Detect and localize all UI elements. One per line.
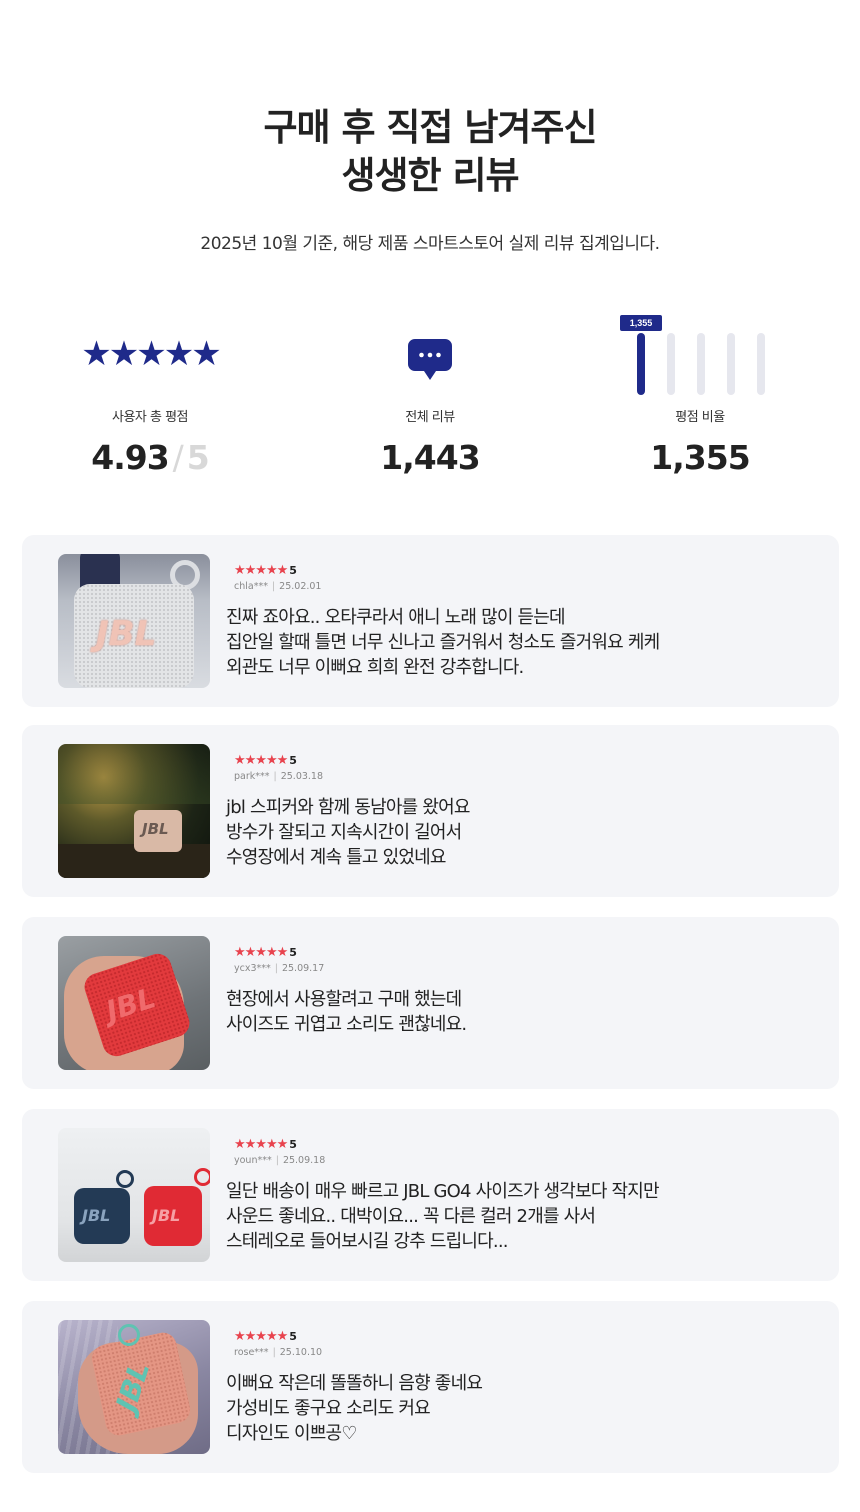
photo-logo: JBL: [152, 1206, 181, 1225]
review-line: 현장에서 사용할려고 구매 했는데: [226, 989, 462, 1010]
review-card[interactable]: JBL ★★★★★ 5 chla*** | 25.02.01 진짜 죠아요.. 오타쿠…: [22, 535, 839, 707]
review-photo[interactable]: JBL: [58, 936, 210, 1070]
review-stars: ★★★★★: [234, 562, 288, 577]
stat-ratio-value: 1,355: [650, 438, 750, 477]
review-score: 5: [289, 1138, 297, 1151]
page-subtitle: 2025년 10월 기준, 해당 제품 스마트스토어 실제 리뷰 집계입니다.: [200, 234, 660, 254]
review-line: 일단 배송이 매우 빠르고 JBL GO4 사이즈가 생각보다 작지만: [226, 1181, 660, 1202]
bar-1: [757, 333, 765, 395]
review-user: youn***: [234, 1155, 272, 1166]
review-card[interactable]: JBL JBL ★★★★★ 5 youn*** | 25.09.18 일단 배송이 매…: [22, 1109, 839, 1281]
review-date: 25.09.18: [282, 1155, 326, 1166]
review-stars: ★★★★★: [234, 1136, 288, 1151]
stat-rating-label: 사용자 총 평점: [111, 410, 189, 425]
bar-chart-icon: 1,355: [620, 315, 780, 395]
review-line: 사이즈도 귀엽고 소리도 괜찮네요.: [226, 1014, 467, 1035]
review-date: 25.03.18: [280, 771, 324, 782]
stat-ratio: 1,355 평점 비율 1,355: [570, 310, 830, 490]
stat-reviews-value: 1,443: [380, 438, 480, 477]
photo-logo: JBL: [96, 614, 157, 654]
review-line: 진짜 죠아요.. 오타쿠라서 애니 노래 많이 듣는데: [226, 607, 566, 628]
review-user: ycx3***: [234, 963, 271, 974]
review-line: 외관도 너무 이뻐요 희희 완전 강추합니다.: [226, 657, 524, 678]
meta-separator: |: [275, 1155, 279, 1166]
review-meta: ★★★★★ 5 chla*** | 25.02.01: [234, 561, 322, 593]
review-user: rose***: [234, 1347, 269, 1358]
bar-tag: 1,355: [620, 315, 662, 331]
review-card[interactable]: JBL ★★★★★ 5 ycx3*** | 25.09.17 현장에서 사용할려고 구…: [22, 917, 839, 1089]
review-text: 일단 배송이 매우 빠르고 JBL GO4 사이즈가 생각보다 작지만 사운드 …: [226, 1179, 786, 1254]
review-line: 수영장에서 계속 틀고 있었네요: [226, 847, 446, 868]
stat-rating: ★★★★★ 사용자 총 평점 4.93/5: [20, 310, 280, 490]
stat-reviews-label: 전체 리뷰: [405, 410, 455, 425]
review-meta: ★★★★★ 5 ycx3*** | 25.09.17: [234, 943, 325, 975]
review-stars: ★★★★★: [234, 752, 288, 767]
stat-rating-value: 4.93/5: [20, 438, 280, 477]
review-date: 25.02.01: [279, 581, 322, 592]
review-line: jbl 스피커와 함께 동남아를 왔어요: [226, 797, 470, 818]
meta-separator: |: [273, 771, 277, 782]
review-stars: ★★★★★: [234, 944, 288, 959]
review-card[interactable]: JBL ★★★★★ 5 park*** | 25.03.18 jbl 스피커와 함께 …: [22, 725, 839, 897]
review-score: 5: [289, 1330, 297, 1343]
review-line: 집안일 할때 틀면 너무 신나고 즐거워서 청소도 즐거워요 케케: [226, 632, 660, 653]
review-meta: ★★★★★ 5 park*** | 25.03.18: [234, 751, 324, 783]
stat-ratio-label: 평점 비율: [675, 410, 725, 425]
review-user: park***: [234, 771, 270, 782]
review-text: 현장에서 사용할려고 구매 했는데 사이즈도 귀엽고 소리도 괜찮네요.: [226, 987, 786, 1037]
page-title: 구매 후 직접 남겨주신 생생한 리뷰: [0, 104, 860, 200]
review-stars: ★★★★★: [234, 1328, 288, 1343]
review-line: 스테레오로 들어보시길 강추 드립니다...: [226, 1231, 509, 1252]
review-photo[interactable]: JBL: [58, 554, 210, 688]
stat-reviews: 전체 리뷰 1,443: [300, 310, 560, 490]
bar-2: [727, 333, 735, 395]
bar-3: [697, 333, 705, 395]
photo-logo: JBL: [142, 820, 169, 838]
review-score: 5: [289, 946, 297, 959]
review-date: 25.09.17: [281, 963, 325, 974]
review-user: chla***: [234, 581, 268, 592]
title-line-2: 생생한 리뷰: [341, 154, 519, 197]
meta-separator: |: [272, 1347, 276, 1358]
review-text: jbl 스피커와 함께 동남아를 왔어요 방수가 잘되고 지속시간이 길어서 수…: [226, 795, 786, 870]
review-date: 25.10.10: [279, 1347, 323, 1358]
review-score: 5: [289, 564, 297, 577]
review-text: 이뻐요 작은데 똘똘하니 음향 좋네요 가성비도 좋구요 소리도 커요 디자인도…: [226, 1371, 786, 1446]
review-photo[interactable]: JBL: [58, 1320, 210, 1454]
chat-bubble-icon: [408, 339, 452, 380]
review-text: 진짜 죠아요.. 오타쿠라서 애니 노래 많이 듣는데 집안일 할때 틀면 너무…: [226, 605, 786, 680]
title-line-1: 구매 후 직접 남겨주신: [263, 106, 597, 149]
rating-slash: /: [172, 438, 184, 477]
review-line: 사운드 좋네요.. 대박이요... 꼭 다른 컬러 2개를 사서: [226, 1206, 596, 1227]
review-line: 이뻐요 작은데 똘똘하니 음향 좋네요: [226, 1373, 483, 1394]
rating-value: 4.93: [91, 438, 169, 477]
photo-logo: JBL: [82, 1206, 111, 1225]
review-photo[interactable]: JBL JBL: [58, 1128, 210, 1262]
review-line: 방수가 잘되고 지속시간이 길어서: [226, 822, 462, 843]
rating-max: 5: [186, 438, 210, 477]
review-line: 디자인도 이쁘공♡: [226, 1423, 357, 1444]
bar-4: [667, 333, 675, 395]
meta-separator: |: [274, 963, 278, 974]
review-line: 가성비도 좋구요 소리도 커요: [226, 1398, 431, 1419]
bar-5: [637, 333, 645, 395]
stats-section: ★★★★★ 사용자 총 평점 4.93/5 전체 리뷰 1,443 1,355 …: [0, 310, 860, 490]
review-card[interactable]: JBL ★★★★★ 5 rose*** | 25.10.10 이뻐요 작은데 똘똘하니…: [22, 1301, 839, 1473]
review-meta: ★★★★★ 5 rose*** | 25.10.10: [234, 1327, 323, 1359]
review-meta: ★★★★★ 5 youn*** | 25.09.18: [234, 1135, 326, 1167]
star-icon: ★★★★★: [81, 335, 221, 373]
review-photo[interactable]: JBL: [58, 744, 210, 878]
meta-separator: |: [271, 581, 276, 592]
review-score: 5: [289, 754, 297, 767]
